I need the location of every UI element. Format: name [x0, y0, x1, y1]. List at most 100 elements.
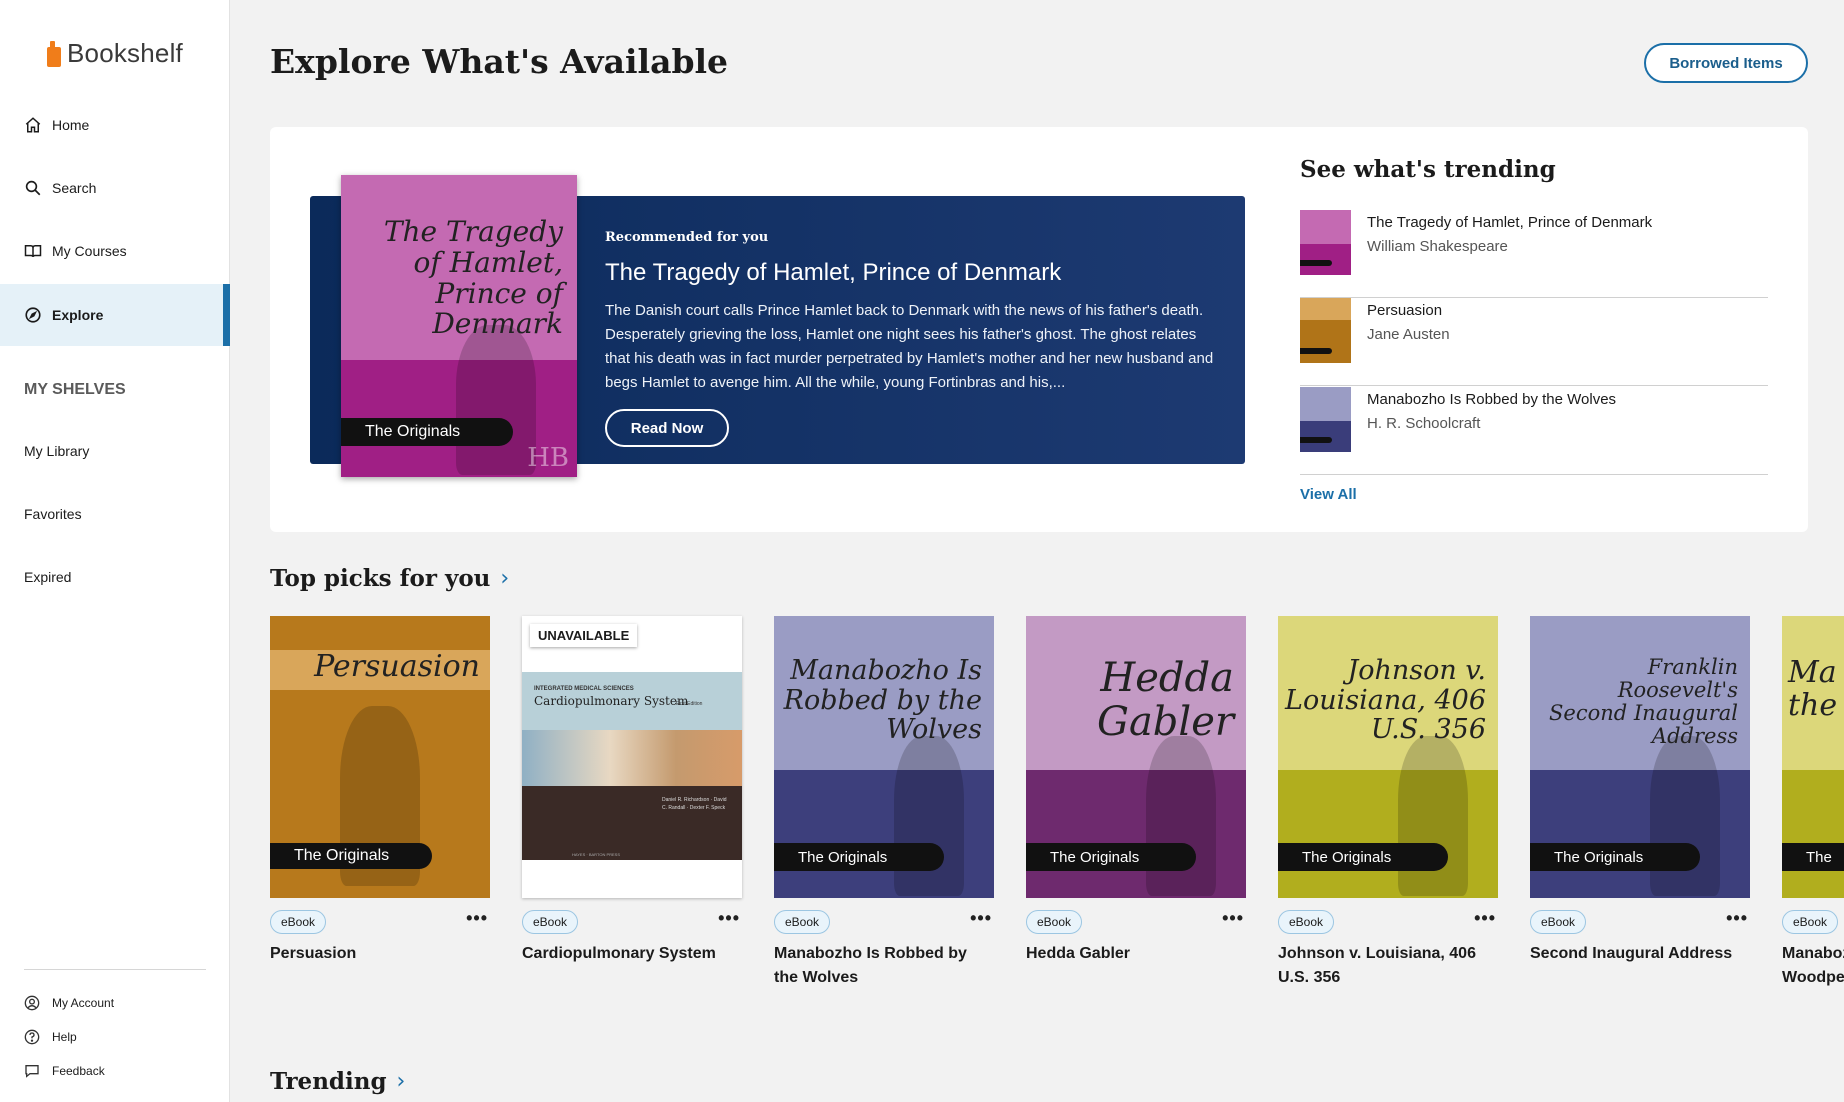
help-icon: [24, 1029, 40, 1045]
shelf-expired[interactable]: Expired: [24, 569, 71, 585]
format-badge: eBook: [1782, 910, 1839, 934]
trending-item[interactable]: The Tragedy of Hamlet, Prince of Denmark…: [1300, 210, 1768, 298]
view-all-link[interactable]: View All: [1300, 486, 1357, 503]
book-cover[interactable]: Persuasion The Originals: [270, 616, 490, 898]
book-cover[interactable]: Manabozho Is Robbed by the Wolves The Or…: [774, 616, 994, 898]
cover-illustration: [522, 730, 742, 786]
cover-title: Persuasion: [314, 649, 480, 684]
feedback-icon: [25, 1065, 39, 1078]
cover-figure: [456, 325, 536, 475]
page-title: Explore What's Available: [270, 42, 729, 81]
cover-title: Franklin Roosevelt's Second Inaugural Ad…: [1549, 655, 1738, 749]
nav-explore-label: Explore: [52, 307, 104, 323]
thumb-series-bar: [1300, 348, 1332, 354]
book-cover[interactable]: Franklin Roosevelt's Second Inaugural Ad…: [1530, 616, 1750, 898]
format-badge: eBook: [1026, 910, 1083, 934]
thumb-band: [1300, 298, 1351, 320]
format-badge: eBook: [1530, 910, 1587, 934]
trending-item[interactable]: Persuasion Jane Austen: [1300, 298, 1768, 386]
chevron-right-icon: ›: [500, 566, 510, 591]
more-options-icon[interactable]: •••: [1726, 908, 1748, 929]
shelf-my-library[interactable]: My Library: [24, 443, 89, 459]
trending-thumb: [1300, 210, 1351, 275]
format-badge: eBook: [270, 910, 327, 934]
book-title[interactable]: Second Inaugural Address: [1530, 942, 1750, 966]
chevron-right-icon: ›: [396, 1069, 406, 1094]
cover-figure: [1398, 736, 1468, 896]
cover-title: Cardiopulmonary System: [534, 694, 689, 708]
search-icon: [25, 180, 41, 196]
read-now-button[interactable]: Read Now: [605, 409, 729, 447]
cover-series: The Originals: [1530, 843, 1700, 871]
thumb-band: [1300, 387, 1351, 421]
bookshelf-logo[interactable]: Bookshelf: [47, 38, 183, 69]
shelf-favorites[interactable]: Favorites: [24, 506, 82, 522]
my-account-link[interactable]: My Account: [24, 995, 114, 1011]
format-badge: eBook: [1278, 910, 1335, 934]
hero-book-cover[interactable]: The Tragedy of Hamlet, Prince of Denmark…: [341, 175, 577, 477]
book-title[interactable]: Persuasion: [270, 942, 490, 966]
book-title[interactable]: Hedda Gabler: [1026, 942, 1246, 966]
more-options-icon[interactable]: •••: [1474, 908, 1496, 929]
book-card-partial[interactable]: Ma the The eBook Manabozho and his Woodp…: [1782, 616, 1844, 1016]
nav-home[interactable]: Home: [0, 94, 230, 156]
nav-explore[interactable]: Explore: [0, 284, 230, 346]
more-options-icon[interactable]: •••: [718, 908, 740, 929]
book-cover[interactable]: Johnson v. Louisiana, 406 U.S. 356 The O…: [1278, 616, 1498, 898]
open-book-icon: [24, 245, 42, 258]
book-title[interactable]: Manabozho Is Robbed by the Wolves: [774, 942, 994, 990]
book-cover[interactable]: Hedda Gabler The Originals: [1026, 616, 1246, 898]
book-cover[interactable]: INTEGRATED MEDICAL SCIENCES Cardiopulmon…: [522, 616, 742, 898]
my-shelves-heading: MY SHELVES: [24, 381, 126, 398]
cover-series: The Originals: [1026, 843, 1196, 871]
nav-search-label: Search: [52, 180, 97, 196]
book-title[interactable]: Cardiopulmonary System: [522, 942, 742, 966]
more-options-icon[interactable]: •••: [1222, 908, 1244, 929]
cover-kicker: INTEGRATED MEDICAL SCIENCES: [534, 686, 634, 692]
trending-item-title: Manabozho Is Robbed by the Wolves: [1367, 391, 1617, 408]
help-label: Help: [52, 1030, 77, 1044]
top-picks-heading-label: Top picks for you: [270, 565, 491, 592]
cover-figure: [1650, 736, 1720, 896]
cover-figure: [1146, 736, 1216, 896]
more-options-icon[interactable]: •••: [466, 908, 488, 929]
more-options-icon[interactable]: •••: [970, 908, 992, 929]
help-link[interactable]: Help: [24, 1029, 77, 1045]
hero-text: Recommended for you The Tragedy of Hamle…: [605, 230, 1225, 447]
unavailable-badge: UNAVAILABLE: [530, 624, 638, 647]
cover-series: The Originals: [774, 843, 944, 871]
top-picks-heading[interactable]: Top picks for you ›: [270, 565, 509, 592]
cover-authors: Daniel R. Richardson · David C. Randall …: [662, 797, 727, 811]
thumb-series-bar: [1300, 437, 1332, 443]
hero-title[interactable]: The Tragedy of Hamlet, Prince of Denmark: [605, 259, 1225, 287]
trending-item-author: William Shakespeare: [1367, 238, 1508, 255]
book-title[interactable]: Johnson v. Louisiana, 406 U.S. 356: [1278, 942, 1498, 990]
hero-cover-series: The Originals: [341, 418, 513, 446]
book-title[interactable]: Manabozho and his Woodpecker: [1782, 942, 1844, 990]
feedback-label: Feedback: [52, 1064, 105, 1078]
nav-my-courses-label: My Courses: [52, 243, 127, 259]
cover-title: Johnson v. Louisiana, 406 U.S. 356: [1285, 655, 1486, 746]
hero-cover-mark: HB: [527, 443, 569, 473]
bookshelf-logo-icon: [47, 40, 61, 67]
nav-my-courses[interactable]: My Courses: [0, 220, 230, 282]
cover-title: Ma the: [1788, 655, 1838, 723]
book-cover[interactable]: Ma the The: [1782, 616, 1844, 898]
my-account-label: My Account: [52, 996, 115, 1010]
trending-heading[interactable]: Trending ›: [270, 1068, 405, 1095]
cover-series: The Originals: [1278, 843, 1448, 871]
borrowed-items-button[interactable]: Borrowed Items: [1644, 43, 1808, 83]
cover-title: Hedda Gabler: [1097, 655, 1234, 745]
app-name: Bookshelf: [67, 38, 183, 68]
feedback-link[interactable]: Feedback: [24, 1063, 105, 1079]
hero-cover-title: The Tragedy of Hamlet, Prince of Denmark: [383, 215, 563, 341]
cover-series: The Originals: [270, 843, 432, 869]
trending-item-title: The Tragedy of Hamlet, Prince of Denmark: [1367, 214, 1653, 231]
sidebar: Bookshelf Home Search My Courses Explore…: [0, 0, 230, 1102]
thumb-series-bar: [1300, 260, 1332, 266]
format-badge: eBook: [774, 910, 831, 934]
cover-figure: [894, 736, 964, 896]
format-badge: eBook: [522, 910, 579, 934]
trending-item[interactable]: Manabozho Is Robbed by the Wolves H. R. …: [1300, 387, 1768, 475]
nav-search[interactable]: Search: [0, 157, 230, 219]
